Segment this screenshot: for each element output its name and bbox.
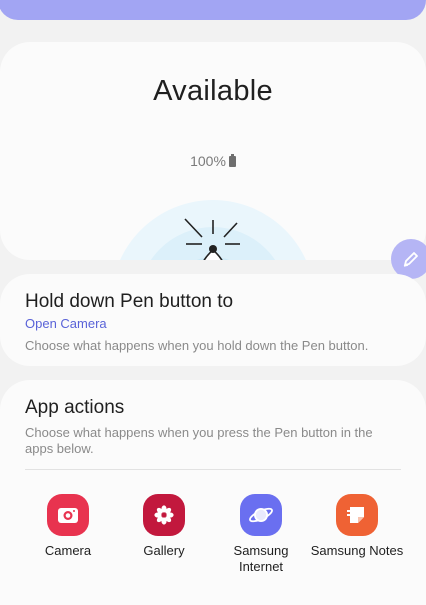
app-label: Samsung Internet bbox=[233, 543, 289, 574]
app-samsung-notes[interactable]: Samsung Notes bbox=[307, 494, 407, 559]
app-samsung-internet[interactable]: Samsung Internet bbox=[211, 494, 311, 575]
app-actions-title: App actions bbox=[25, 397, 125, 418]
divider bbox=[25, 469, 401, 470]
planet-icon bbox=[240, 494, 282, 536]
top-banner bbox=[0, 0, 426, 20]
pen-edit-icon bbox=[403, 252, 418, 267]
app-actions-description: Choose what happens when you press the P… bbox=[25, 425, 373, 456]
pen-status-card: Available 100% bbox=[0, 42, 426, 260]
app-label: Samsung Notes bbox=[310, 543, 404, 558]
app-gallery[interactable]: Gallery bbox=[114, 494, 214, 559]
note-icon bbox=[336, 494, 378, 536]
app-label: Gallery bbox=[143, 543, 185, 558]
status-title: Available bbox=[153, 75, 273, 107]
app-camera[interactable]: Camera bbox=[18, 494, 118, 559]
app-actions-card: App actions Choose what happens when you… bbox=[0, 380, 426, 605]
hold-pen-button-setting[interactable]: Hold down Pen button to Open Camera Choo… bbox=[0, 274, 426, 366]
hold-setting-title: Hold down Pen button to bbox=[25, 291, 234, 312]
camera-icon bbox=[47, 494, 89, 536]
pen-illustration bbox=[120, 200, 306, 260]
hold-setting-value: Open Camera bbox=[25, 316, 107, 331]
flower-icon bbox=[143, 494, 185, 536]
floating-pen-button[interactable] bbox=[391, 239, 426, 279]
app-label: Camera bbox=[44, 543, 92, 558]
hold-setting-description: Choose what happens when you hold down t… bbox=[25, 338, 369, 353]
